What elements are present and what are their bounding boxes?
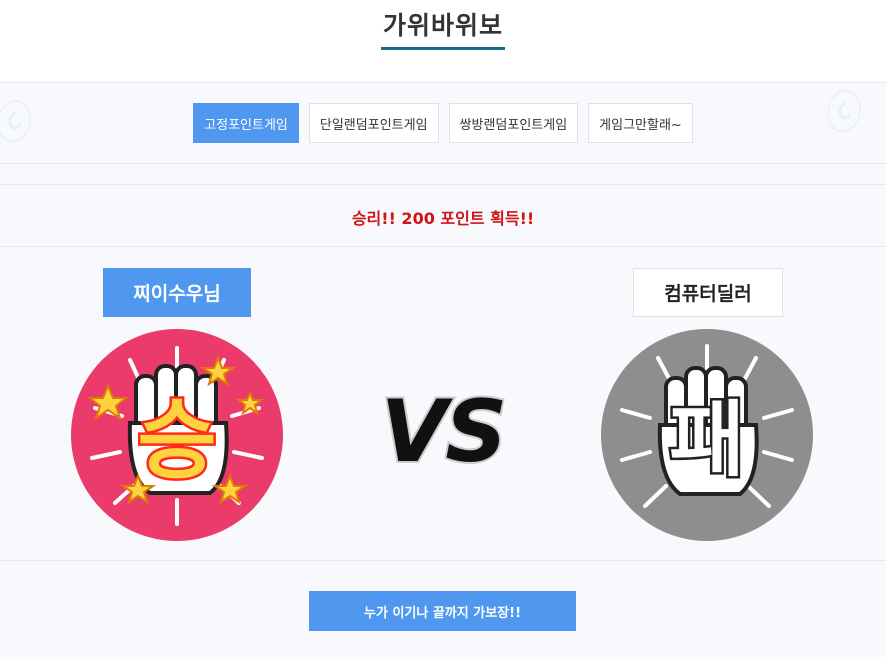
tab-quit-game[interactable]: 게임그만할래~ xyxy=(588,103,693,143)
tab-both-random-point-game[interactable]: 쌍방랜덤포인트게임 xyxy=(448,103,579,143)
play-again-button[interactable]: 누가 이기나 끝까지 가보장!! xyxy=(309,591,576,631)
divider xyxy=(0,184,886,185)
lose-badge: 패 xyxy=(601,329,813,541)
lose-label: 패 xyxy=(669,393,744,488)
vs-graphic: VS xyxy=(379,383,510,473)
game-mode-tabs: 고정포인트게임 단일랜덤포인트게임 쌍방랜덤포인트게임 게임그만할래~ xyxy=(0,103,886,143)
tab-fixed-point-game[interactable]: 고정포인트게임 xyxy=(193,103,299,143)
win-badge: 승 xyxy=(71,329,283,541)
tab-single-random-point-game[interactable]: 단일랜덤포인트게임 xyxy=(308,103,439,143)
computer-name: 컴퓨터딜러 xyxy=(633,268,783,317)
header: 가위바위보 xyxy=(0,0,886,82)
divider xyxy=(0,163,886,164)
vs-label: VS xyxy=(381,383,506,473)
win-label: 승 xyxy=(137,391,216,491)
page-title: 가위바위보 xyxy=(380,6,505,50)
game-area: ⓒ ⓒ 고정포인트게임 단일랜덤포인트게임 쌍방랜덤포인트게임 게임그만할래~ … xyxy=(0,82,886,657)
divider xyxy=(0,246,886,247)
player-name: 찌이수우님 xyxy=(103,268,251,317)
divider xyxy=(0,560,886,561)
result-message: 승리!! 200 포인트 획득!! xyxy=(351,209,535,228)
